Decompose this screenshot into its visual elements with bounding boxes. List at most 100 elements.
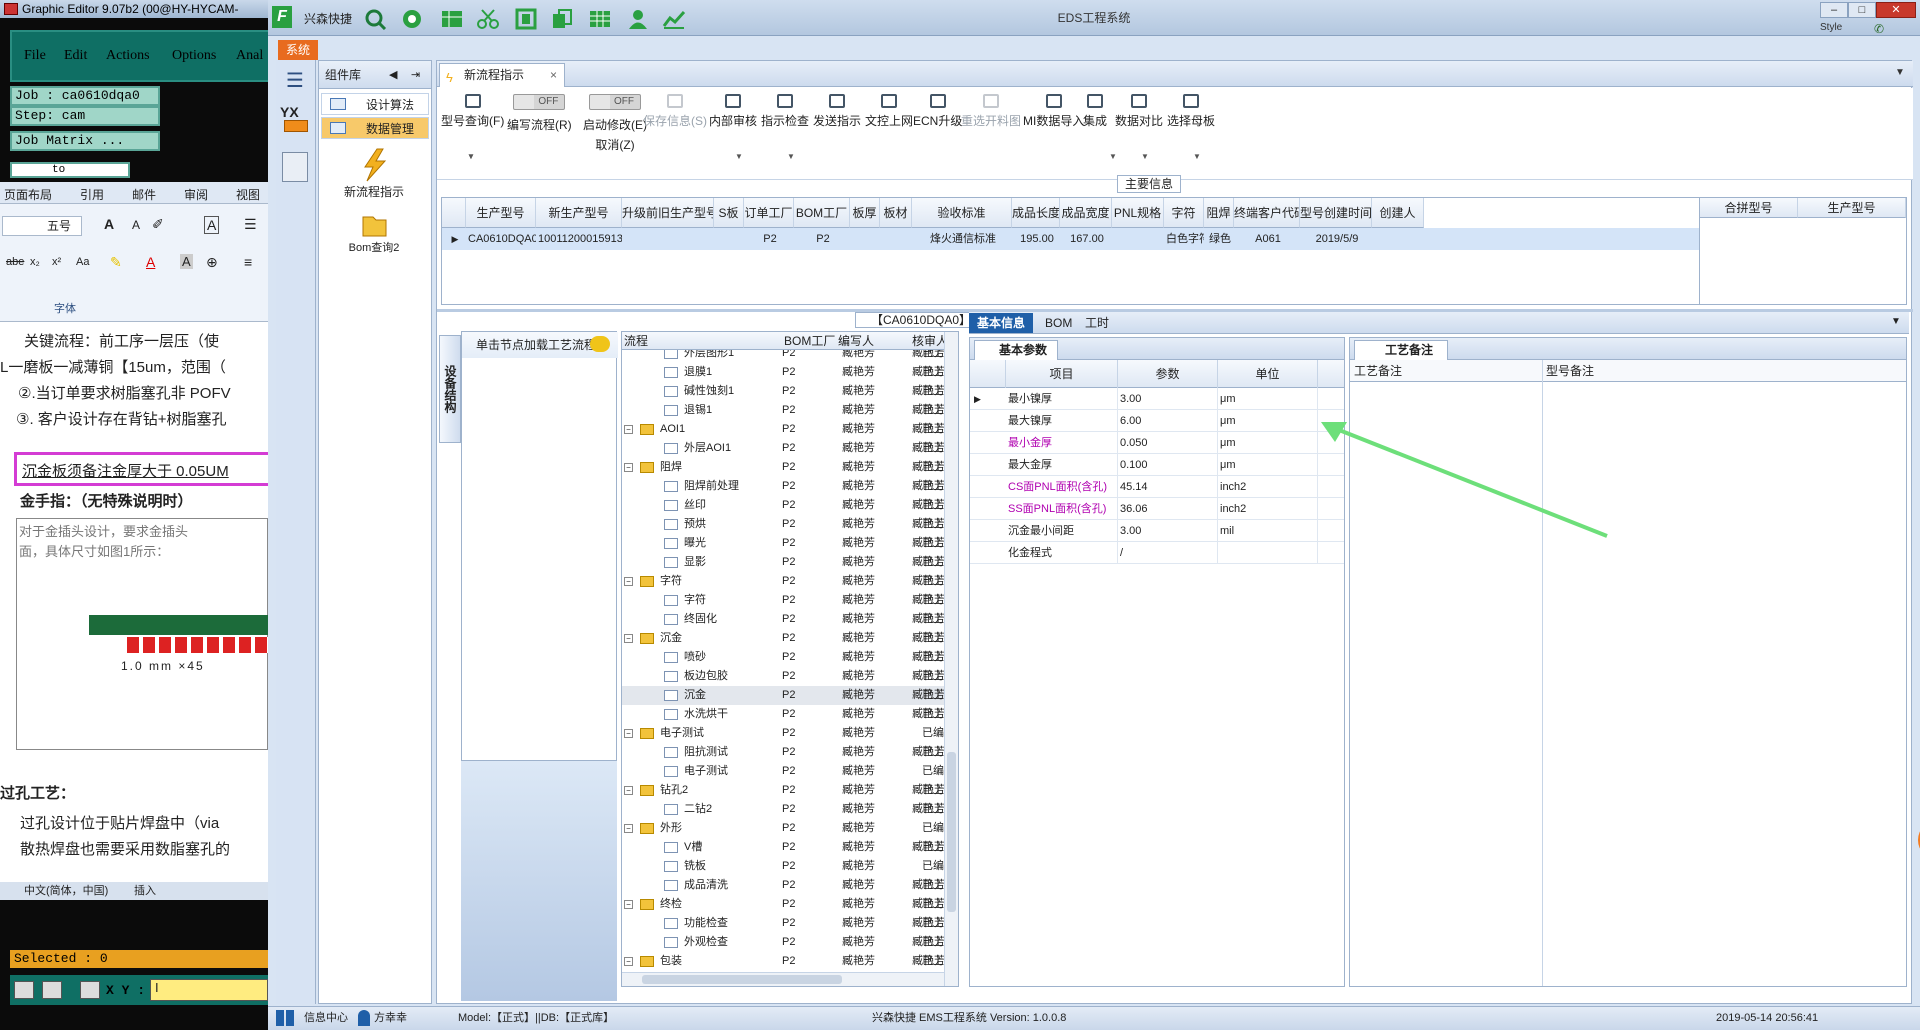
tab-new-process[interactable]: ϟ 新流程指示 × bbox=[439, 63, 565, 87]
yx-logo-icon[interactable]: YX bbox=[280, 104, 310, 134]
toolbar-button-5[interactable]: 指示检查 bbox=[761, 94, 809, 129]
column-header[interactable]: 生产型号 bbox=[466, 198, 536, 228]
tree-row[interactable]: −二钻2P2臧艳芳臧艳芳 bbox=[622, 800, 944, 819]
tree-row[interactable]: − 外形 P2 臧艳芳 bbox=[622, 819, 944, 838]
collapse-left-icon[interactable]: ◀ bbox=[389, 61, 397, 89]
param-row[interactable]: CS面PNL面积(含孔) 45.14 inch2 bbox=[970, 476, 1344, 498]
expand-icon[interactable]: − bbox=[624, 786, 633, 795]
expand-icon[interactable]: − bbox=[624, 900, 633, 909]
status-insert[interactable]: 插入 bbox=[134, 882, 156, 900]
column-header[interactable]: 合拼型号 bbox=[1700, 198, 1798, 218]
grid-cell[interactable]: A061 bbox=[1234, 228, 1300, 250]
scroll-thumb[interactable] bbox=[642, 975, 842, 984]
toggle-off-icon[interactable]: OFF bbox=[513, 94, 566, 110]
column-header[interactable]: 型号创建时间 bbox=[1300, 198, 1372, 228]
column-header[interactable]: 项目 bbox=[1006, 360, 1118, 388]
grid-cell[interactable] bbox=[622, 228, 714, 250]
grow-font-icon[interactable]: A bbox=[104, 216, 114, 232]
shading-icon[interactable]: A bbox=[180, 254, 193, 269]
column-header[interactable]: 字符 bbox=[1164, 198, 1204, 228]
library-item-design[interactable]: 设计算法 bbox=[321, 93, 429, 115]
column-header[interactable]: 新生产型号 bbox=[536, 198, 622, 228]
param-row[interactable]: 最大镍厚 6.00 μm bbox=[970, 410, 1344, 432]
param-value[interactable]: 3.00 bbox=[1118, 520, 1218, 542]
info-center[interactable]: 信息中心 bbox=[304, 1007, 348, 1029]
menu-edit[interactable]: Edit bbox=[64, 48, 87, 64]
close-tab-icon[interactable]: × bbox=[550, 64, 557, 86]
grid-cell[interactable]: 2019/5/9 bbox=[1300, 228, 1372, 250]
tree-row[interactable]: −预烘P2臧艳芳臧艳芳 bbox=[622, 515, 944, 534]
param-row[interactable]: 沉金最小间距 3.00 mil bbox=[970, 520, 1344, 542]
toolbar-button-1[interactable]: OFF 编写流程(R) bbox=[507, 94, 572, 133]
highlight-icon[interactable]: ✎ bbox=[110, 254, 122, 271]
craft-notes-tab[interactable]: 工艺备注 bbox=[1354, 340, 1449, 360]
comment-icon[interactable] bbox=[590, 336, 610, 352]
scroll-thumb[interactable] bbox=[947, 752, 956, 912]
dropdown-caret-icon[interactable]: ▼ bbox=[1109, 152, 1117, 161]
param-row[interactable]: ▶ 最小镍厚 3.00 μm bbox=[970, 388, 1344, 410]
grid-cell[interactable]: 白色字符 bbox=[1164, 228, 1204, 250]
superscript-icon[interactable]: x² bbox=[52, 256, 61, 268]
column-header[interactable]: 单位 bbox=[1218, 360, 1318, 388]
tree-row[interactable]: −沉金P2臧艳芳臧艳芳 bbox=[622, 686, 944, 705]
column-header[interactable]: 板材 bbox=[880, 198, 912, 228]
toolbar-button-0[interactable]: 型号查询(F) bbox=[441, 94, 504, 129]
param-row[interactable]: SS面PNL面积(含孔) 36.06 inch2 bbox=[970, 498, 1344, 520]
column-header[interactable]: 终端客户代码 bbox=[1234, 198, 1300, 228]
clear-format-icon[interactable]: ✐ bbox=[152, 216, 164, 233]
tree-row[interactable]: −喷砂P2臧艳芳臧艳芳 bbox=[622, 648, 944, 667]
expand-icon[interactable]: − bbox=[624, 824, 633, 833]
tree-row[interactable]: − 电子测试 P2 臧艳芳 bbox=[622, 724, 944, 743]
tree-row[interactable]: −碱性蚀刻1P2臧艳芳臧艳芳 bbox=[622, 382, 944, 401]
menu-options[interactable]: Options bbox=[172, 48, 216, 64]
param-value[interactable]: 36.06 bbox=[1118, 498, 1218, 520]
minimize-button[interactable]: – bbox=[1820, 2, 1848, 18]
tree-row[interactable]: − 包装 P2 臧艳芳 臧艳芳 bbox=[622, 952, 944, 971]
tree-row[interactable]: − 阻焊 P2 臧艳芳 臧艳芳 bbox=[622, 458, 944, 477]
ribbon-tab-review[interactable]: 审阅 bbox=[184, 186, 208, 203]
style-menu[interactable]: Style bbox=[1820, 22, 1842, 33]
column-header[interactable]: 参数 bbox=[1118, 360, 1218, 388]
expand-icon[interactable]: − bbox=[624, 463, 633, 472]
column-header[interactable]: 生产型号 bbox=[1798, 198, 1906, 218]
strikethrough-icon[interactable]: abe bbox=[6, 256, 24, 268]
xy-input[interactable]: I bbox=[150, 979, 268, 1001]
char-border-icon[interactable]: A bbox=[204, 216, 220, 234]
param-value[interactable]: 6.00 bbox=[1118, 410, 1218, 432]
job-matrix-button[interactable]: Job Matrix ... bbox=[10, 131, 160, 151]
tree-row[interactable]: −V槽P2臧艳芳臧艳芳 bbox=[622, 838, 944, 857]
close-button[interactable]: ✕ bbox=[1876, 2, 1916, 18]
toolbar-button-7[interactable]: 文控上网 bbox=[865, 94, 913, 129]
dropdown-caret-icon[interactable]: ▼ bbox=[1141, 152, 1149, 161]
menu-analysis[interactable]: Anal bbox=[236, 48, 263, 64]
expand-icon[interactable]: − bbox=[624, 425, 633, 434]
calculator-icon[interactable] bbox=[282, 152, 308, 182]
font-size-select[interactable]: 五号 bbox=[2, 216, 82, 236]
toolbar-button-12[interactable]: 数据对比 bbox=[1115, 94, 1163, 129]
column-header[interactable]: BOM工厂 bbox=[794, 198, 850, 228]
tree-horizontal-scrollbar[interactable] bbox=[622, 972, 944, 986]
tree-vertical-scrollbar[interactable] bbox=[944, 332, 958, 986]
hamburger-icon[interactable]: ☰ bbox=[286, 68, 304, 93]
tree-row[interactable]: −终固化P2臧艳芳臧艳芳 bbox=[622, 610, 944, 629]
tree-row[interactable]: −铣板P2臧艳芳 bbox=[622, 857, 944, 876]
menu-actions[interactable]: Actions bbox=[106, 48, 150, 64]
ribbon-tab-layout[interactable]: 页面布局 bbox=[4, 186, 52, 203]
tree-row[interactable]: −曝光P2臧艳芳臧艳芳 bbox=[622, 534, 944, 553]
align-icon[interactable]: ≡ bbox=[244, 254, 252, 270]
bom-query-shortcut[interactable]: Bom查询2 bbox=[339, 211, 409, 267]
grid-cell[interactable]: 10011200015913 bbox=[536, 228, 622, 250]
ribbon-tab-references[interactable]: 引用 bbox=[80, 186, 104, 203]
select-tool-icon[interactable] bbox=[14, 981, 34, 999]
column-header[interactable]: S板 bbox=[714, 198, 744, 228]
tree-row[interactable]: − 终检 P2 臧艳芳 臧艳芳 bbox=[622, 895, 944, 914]
grid-cell[interactable] bbox=[880, 228, 912, 250]
toolbar-button-10[interactable]: MI数据导入 bbox=[1023, 94, 1084, 129]
shrink-font-icon[interactable]: A bbox=[132, 218, 140, 232]
measure-tool-icon[interactable] bbox=[42, 981, 62, 999]
column-header[interactable]: 板厚 bbox=[850, 198, 880, 228]
tree-row[interactable]: −阻焊前处理P2臧艳芳臧艳芳 bbox=[622, 477, 944, 496]
grid-cell[interactable]: 绿色 bbox=[1204, 228, 1234, 250]
to-field[interactable]: to bbox=[10, 162, 130, 178]
param-value[interactable]: 0.100 bbox=[1118, 454, 1218, 476]
